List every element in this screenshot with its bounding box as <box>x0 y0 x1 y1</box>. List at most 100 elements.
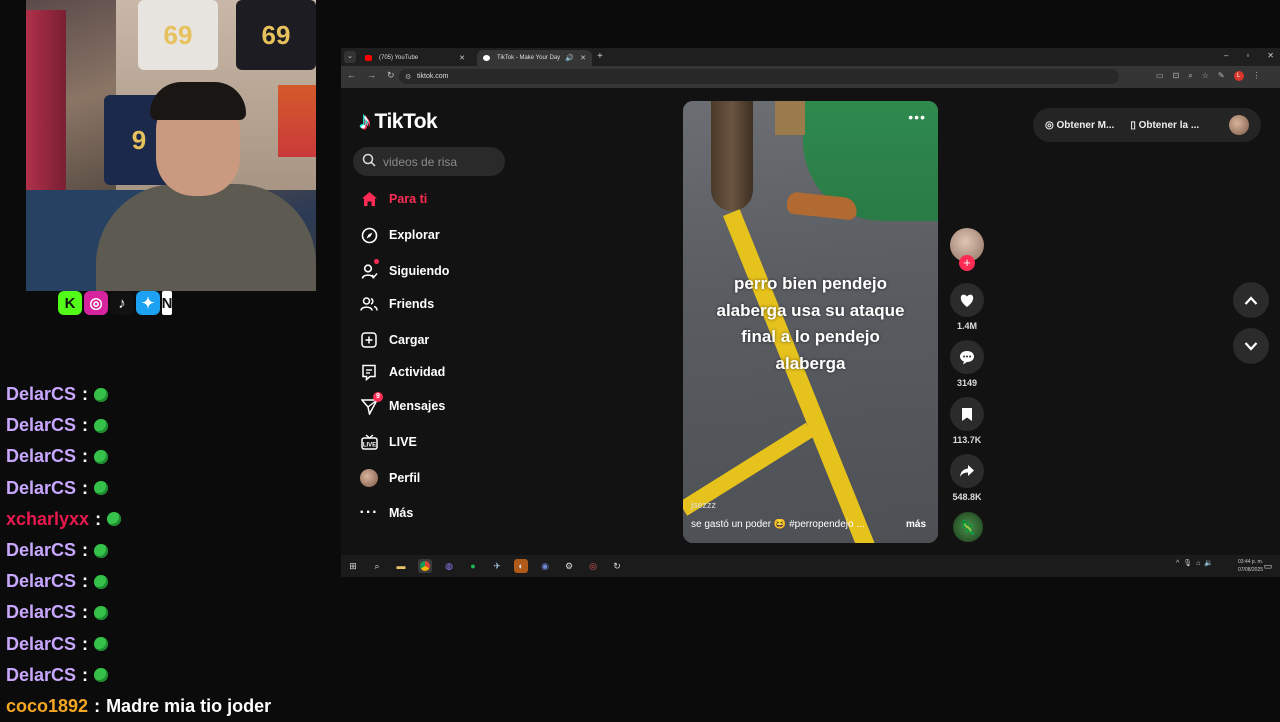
emote-icon <box>94 481 109 496</box>
speaker-icon[interactable]: 🔊 <box>565 54 574 62</box>
streamer <box>96 82 316 291</box>
zoom-icon[interactable]: ⌕ <box>1188 71 1192 81</box>
sync-icon[interactable]: ↻ <box>610 559 624 573</box>
comment-count: 3149 <box>956 378 978 388</box>
webcam-feed: 69 69 9 <box>26 0 316 291</box>
cast-icon[interactable]: ▭ <box>1156 71 1164 81</box>
maximize-icon[interactable]: ▫ <box>1246 51 1249 60</box>
chat-username[interactable]: DelarCS <box>6 602 76 623</box>
search-taskbar-icon[interactable]: ⌕ <box>370 559 384 573</box>
file-explorer-icon[interactable]: ▬ <box>394 559 408 573</box>
clock[interactable]: 03:44 p. m. 07/08/2025 <box>1238 558 1263 574</box>
chat-username[interactable]: DelarCS <box>6 665 76 686</box>
nav-controls: ← → ↻ <box>347 70 395 81</box>
user-avatar[interactable] <box>1229 115 1249 135</box>
tab-youtube[interactable]: (705) YouTube ✕ <box>359 50 471 66</box>
translate-icon[interactable]: ⊡ <box>1173 71 1180 81</box>
spotify-icon[interactable]: ● <box>466 559 480 573</box>
reload-icon[interactable]: ↻ <box>387 70 395 81</box>
close-tab-icon[interactable]: ✕ <box>580 54 586 62</box>
nav-para-ti[interactable]: Para ti <box>359 188 427 210</box>
chat-username[interactable]: DelarCS <box>6 571 76 592</box>
nav-live[interactable]: LIVE LIVE <box>359 431 417 453</box>
follow-button[interactable]: + <box>959 255 975 271</box>
nav-mensajes[interactable]: 9 Mensajes <box>359 392 446 417</box>
chat-message: DelarCS: <box>6 597 336 628</box>
tab-search-button[interactable]: ⌄ <box>344 51 356 63</box>
close-window-icon[interactable]: ✕ <box>1267 51 1274 60</box>
more-link[interactable]: más <box>906 519 926 530</box>
get-mobile-app-button[interactable]: ▯ Obtener la ... <box>1130 120 1199 131</box>
nav-siguiendo[interactable]: Siguiendo <box>359 259 449 282</box>
network-icon[interactable]: ⌂ <box>1196 560 1200 567</box>
comment-button[interactable] <box>950 340 984 374</box>
extensions-icon[interactable]: ✎ <box>1218 71 1225 81</box>
chat-username[interactable]: DelarCS <box>6 540 76 561</box>
notifications-icon[interactable]: ▭ <box>1261 559 1275 573</box>
upload-icon <box>359 330 379 350</box>
previous-video-button[interactable] <box>1233 282 1269 318</box>
nav-cargar[interactable]: Cargar <box>359 329 429 351</box>
like-button[interactable] <box>950 283 984 317</box>
browser-menu-icon[interactable]: ⋮ <box>1253 71 1261 81</box>
video-player[interactable]: ••• perro bien pendejo alaberga usa su a… <box>683 101 938 543</box>
chat-message: DelarCS: <box>6 660 336 691</box>
forward-icon[interactable]: → <box>367 70 376 81</box>
volume-icon[interactable]: 🔉 <box>1204 559 1213 567</box>
emote-icon <box>94 449 109 464</box>
chat-separator: : <box>82 415 89 436</box>
chat-username[interactable]: DelarCS <box>6 446 76 467</box>
steam-icon[interactable]: ✈ <box>490 559 504 573</box>
music-disc-icon[interactable]: 🦎 <box>953 512 983 542</box>
nav-friends[interactable]: Friends <box>359 293 434 315</box>
chat-username[interactable]: DelarCS <box>6 478 76 499</box>
app-icon[interactable]: ◍ <box>442 559 456 573</box>
back-icon[interactable]: ← <box>347 70 356 81</box>
app-icon[interactable]: ◎ <box>586 559 600 573</box>
chrome-icon[interactable] <box>418 559 432 573</box>
chat-username[interactable]: DelarCS <box>6 415 76 436</box>
chat-username[interactable]: coco1892 <box>6 696 88 717</box>
profile-avatar <box>359 468 379 488</box>
minimize-icon[interactable]: – <box>1224 51 1228 60</box>
microphone-icon[interactable]: 🎙 <box>1183 559 1192 567</box>
emote-icon <box>94 605 109 620</box>
tiktok-page: ♪ TikTok videos de risa Para ti Explorar… <box>341 88 1280 555</box>
url-bar[interactable]: ⚙ tiktok.com <box>399 69 1119 84</box>
jersey-black: 69 <box>236 0 316 70</box>
save-button[interactable] <box>950 397 984 431</box>
chat-username[interactable]: DelarCS <box>6 634 76 655</box>
chat-username[interactable]: DelarCS <box>6 384 76 405</box>
tray-chevron-icon[interactable]: ^ <box>1176 560 1179 567</box>
site-info-icon[interactable]: ⚙ <box>405 73 411 81</box>
share-button[interactable] <box>950 454 984 488</box>
profile-icon[interactable]: L <box>1233 71 1244 81</box>
nav-explorar[interactable]: Explorar <box>359 224 440 246</box>
bookmark-star-icon[interactable]: ☆ <box>1202 71 1209 81</box>
kick-icon: K <box>58 291 82 315</box>
chat-username[interactable]: xcharlyxx <box>6 509 89 530</box>
nav-mensajes-label: Mensajes <box>389 399 446 413</box>
jersey-white: 69 <box>138 0 218 70</box>
video-options-icon[interactable]: ••• <box>908 109 926 125</box>
chat-text: Madre mia tio joder <box>106 695 272 716</box>
video-author[interactable]: jsezzz <box>691 500 716 510</box>
next-video-button[interactable] <box>1233 328 1269 364</box>
chat-separator: : <box>82 477 89 498</box>
discord-icon[interactable]: ◉ <box>538 559 552 573</box>
save-action: 113.7K <box>950 397 984 445</box>
chevron-down-icon <box>1244 341 1258 351</box>
nav-mas[interactable]: ··· Más <box>359 502 414 524</box>
tab-tiktok[interactable]: TikTok - Make Your Day 🔊 ✕ <box>477 50 592 66</box>
close-tab-icon[interactable]: ✕ <box>459 54 465 62</box>
settings-icon[interactable]: ⚙ <box>562 559 576 573</box>
search-input[interactable]: videos de risa <box>353 147 505 176</box>
start-icon[interactable]: ⊞ <box>346 559 360 573</box>
social-links-bar: K ◎ ♪ ✦ N <box>58 291 172 315</box>
get-desktop-app-button[interactable]: ◎ Obtener M... <box>1045 120 1114 131</box>
nav-actividad[interactable]: Actividad <box>359 361 445 383</box>
nav-perfil[interactable]: Perfil <box>359 467 420 489</box>
new-tab-button[interactable]: + <box>597 51 603 62</box>
obs-icon[interactable]: ◐ <box>514 559 528 573</box>
tiktok-logo[interactable]: ♪ TikTok <box>359 108 438 136</box>
